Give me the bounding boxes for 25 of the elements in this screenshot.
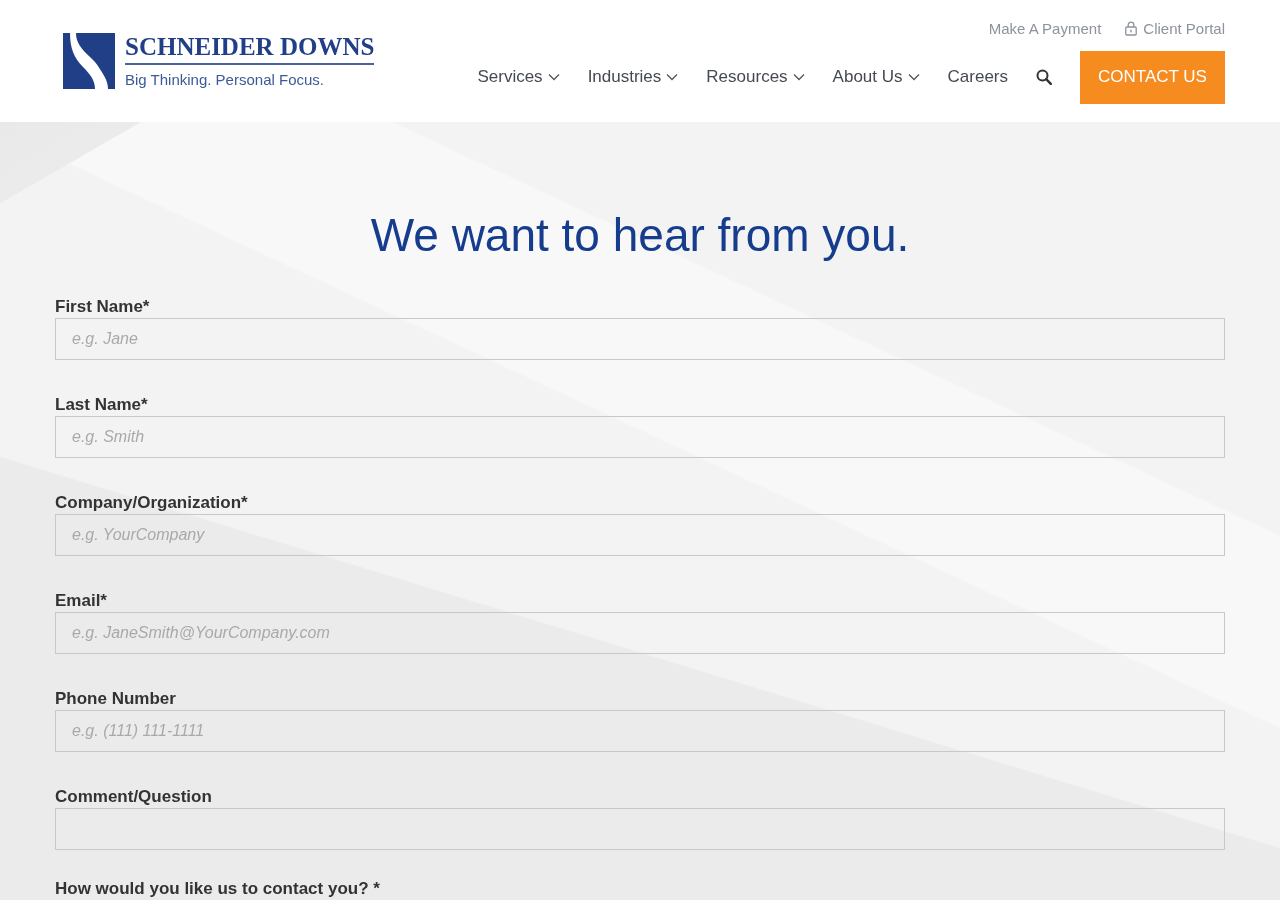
text-input-field[interactable] xyxy=(55,808,1225,850)
field-label: Phone Number xyxy=(55,688,176,710)
search-button[interactable] xyxy=(1036,69,1052,85)
field-label: Email* xyxy=(55,590,107,612)
logo-wordmark: SCHNEIDER DOWNS xyxy=(125,33,375,60)
nav-link[interactable]: Services xyxy=(477,66,560,88)
text-input-field[interactable]: e.g. Smith xyxy=(55,416,1225,458)
field-label: First Name* xyxy=(55,296,150,318)
field-label: Company/Organization* xyxy=(55,492,248,514)
page-heading: We want to hear from you. xyxy=(369,208,911,263)
text-input-field[interactable]: e.g. Jane xyxy=(55,318,1225,360)
field-label: How would you like us to contact you? * xyxy=(55,878,380,900)
text-input-field[interactable]: e.g. JaneSmith@YourCompany.com xyxy=(55,612,1225,654)
search-icon xyxy=(1036,69,1052,85)
s-curve-logo-icon xyxy=(63,33,115,89)
nav-link[interactable]: Industries xyxy=(587,66,679,88)
text-input-field[interactable]: e.g. (111) 111-1111 xyxy=(55,710,1225,752)
padlock-icon xyxy=(1125,21,1138,36)
field-label: Last Name* xyxy=(55,394,148,416)
text-input-field[interactable]: e.g. YourCompany xyxy=(55,514,1225,556)
logo-tagline: Big Thinking. Personal Focus. xyxy=(125,70,325,89)
field-label: Comment/Question xyxy=(55,786,212,808)
nav-link[interactable]: Careers xyxy=(947,66,1008,88)
nav-link[interactable]: Resources xyxy=(706,66,805,88)
nav-link[interactable]: About Us xyxy=(832,66,920,88)
